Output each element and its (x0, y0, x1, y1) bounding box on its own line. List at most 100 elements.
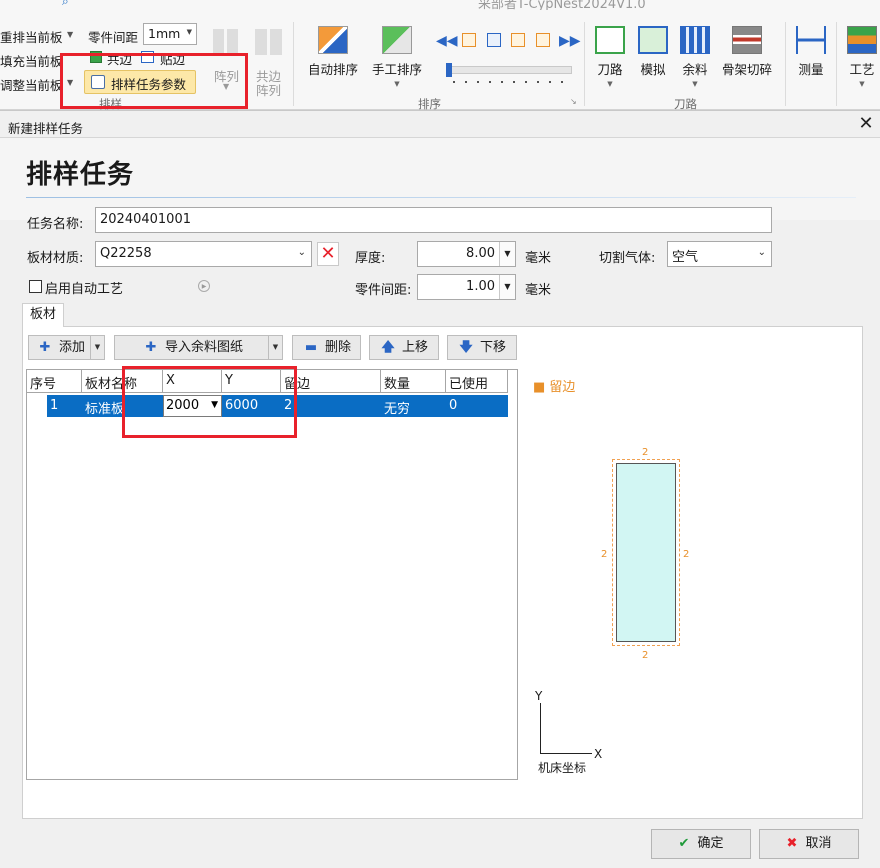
highlight-box (60, 53, 248, 109)
page-title: 排样任务 (26, 160, 135, 190)
material-label: 板材材质: (27, 251, 84, 266)
toolpath-button[interactable]: 刀路 ▼ (592, 26, 628, 88)
auto-sort-icon (318, 26, 348, 54)
monitor-icon (638, 26, 668, 54)
gas-select[interactable]: 空气 ⌄ (667, 241, 772, 267)
material-value: Q22258 (100, 246, 152, 261)
part-spacing-label: 零件间距: (355, 283, 412, 298)
slider-ticks (448, 80, 572, 84)
expand-icon[interactable]: ↘ (570, 97, 577, 106)
fill-current-sheet[interactable]: 填充当前板 (0, 51, 63, 70)
import-label: 导入余料图纸 (165, 340, 244, 355)
ok-button[interactable]: ✔ 确定 (651, 829, 751, 859)
next-part-icon[interactable] (511, 33, 525, 47)
simulate-label: 模拟 (640, 62, 666, 77)
column-header[interactable]: 数量 (381, 370, 446, 393)
auto-nest-label: 自动排序 (307, 62, 358, 77)
import-remnant-button[interactable]: ✚ 导入余料图纸 ▼ (114, 335, 283, 360)
remnant-label: 余料 (682, 62, 708, 77)
slider-thumb[interactable] (446, 63, 452, 77)
move-down-button[interactable]: 🡇 下移 (447, 335, 517, 360)
prev-part-icon[interactable] (462, 33, 476, 47)
cell-qty: 无穷 (384, 402, 411, 417)
skeleton-cut-icon (732, 26, 762, 54)
close-icon[interactable]: ✕ (855, 113, 877, 135)
move-up-button[interactable]: 🡅 上移 (369, 335, 439, 360)
axis-y-line (540, 703, 541, 753)
chevron-down-icon: ⌄ (757, 247, 766, 258)
adjust-current-sheet[interactable]: 调整当前板 (0, 75, 63, 94)
chevron-down-icon: ▼ (394, 80, 400, 88)
plus-icon: ✚ (145, 340, 157, 355)
material-select[interactable]: Q22258 ⌄ (95, 241, 312, 267)
column-header[interactable]: 序号 (27, 370, 82, 393)
add-button[interactable]: ✚ 添加 ▼ (28, 335, 105, 360)
chevron-down-icon[interactable]: ▼ (90, 336, 104, 359)
skeleton-cut-button[interactable]: 骨架切碎 (721, 26, 773, 78)
chevron-down-icon[interactable]: ▼ (499, 242, 515, 266)
process-button[interactable]: 工艺 ▼ (845, 26, 879, 88)
swap-part-icon[interactable] (536, 33, 550, 47)
auto-nest-button[interactable]: 自动排序 (305, 26, 361, 78)
thickness-value: 8.00 (466, 246, 495, 261)
first-icon[interactable]: ◀◀ (436, 33, 458, 49)
thickness-unit: 毫米 (525, 251, 552, 266)
hand-cursor-icon (382, 26, 412, 54)
cell-index: 1 (50, 398, 59, 413)
close-icon: ✖ (786, 836, 798, 851)
cell-used: 0 (449, 398, 458, 413)
divider (26, 197, 856, 198)
chevron-down-icon[interactable]: ▼ (499, 275, 515, 299)
sheet-preview (616, 463, 676, 642)
title-bar: ⌕ 采部者T-CypNest2024V1.0 (0, 0, 880, 10)
manual-nest-label: 手工排序 (371, 62, 422, 77)
divider (293, 22, 294, 106)
chevron-down-icon: ▼ (607, 80, 613, 88)
gas-value: 空气 (672, 250, 699, 265)
search-icon[interactable]: ⌕ (62, 0, 69, 9)
toolpath-icon (595, 26, 625, 54)
part-spacing-select[interactable]: 1mm ▼ (143, 23, 197, 45)
part-spacing-input[interactable]: 1.00 ▼ (417, 274, 516, 300)
manual-nest-button[interactable]: 手工排序 ▼ (369, 26, 425, 88)
common-array-icon (255, 29, 283, 55)
part-spacing-label: 零件间距 (88, 30, 139, 45)
margin-legend-label: 留边 (549, 380, 576, 395)
thickness-input[interactable]: 8.00 ▼ (417, 241, 516, 267)
auto-process-label: 启用自动工艺 (45, 282, 124, 297)
measure-label: 测量 (798, 62, 824, 77)
part-spacing-unit: 毫米 (525, 283, 552, 298)
remnant-button[interactable]: 余料 ▼ (680, 26, 710, 88)
cancel-button[interactable]: ✖ 取消 (759, 829, 859, 859)
axis-x-label: X (594, 747, 603, 761)
auto-process-checkbox[interactable] (29, 280, 42, 293)
tab-sheet[interactable]: 板材 (22, 303, 64, 327)
measure-button[interactable]: 测量 (794, 26, 828, 78)
task-name-value: 20240401001 (100, 212, 191, 227)
chevron-down-icon: ▼ (692, 80, 698, 88)
part-order-icon[interactable] (487, 33, 501, 47)
ruler-icon (796, 26, 826, 54)
task-name-input[interactable]: 20240401001 (95, 207, 772, 233)
chevron-down-icon[interactable]: ▼ (268, 336, 282, 359)
delete-button[interactable]: ▬ 删除 (292, 335, 361, 360)
axis-x-line (540, 753, 592, 754)
simulate-button[interactable]: 模拟 (636, 26, 670, 78)
clear-material-button[interactable]: ✕ (317, 242, 339, 266)
column-header[interactable]: 已使用 (446, 370, 508, 393)
rearrange-current-sheet[interactable]: 重排当前板 (0, 27, 63, 46)
margin-bottom-label: 2 (642, 650, 649, 661)
divider (584, 22, 585, 106)
last-icon[interactable]: ▶▶ (559, 33, 581, 49)
cell-name: 标准板 (85, 402, 125, 417)
skeleton-cut-label: 骨架切碎 (721, 62, 772, 77)
chevron-down-icon[interactable]: ▼ (67, 30, 73, 39)
ribbon-toolbar: ⌕ 采部者T-CypNest2024V1.0 重排当前板 ▼ 填充当前板 调整当… (0, 0, 880, 111)
sort-slider[interactable] (446, 63, 572, 77)
info-icon[interactable]: ▶ (198, 280, 210, 292)
common-array-button-line2[interactable]: 阵列 (256, 80, 281, 99)
cancel-label: 取消 (805, 836, 832, 851)
check-icon: ✔ (678, 836, 690, 851)
chevron-down-icon: ▼ (859, 80, 865, 88)
thickness-label: 厚度: (355, 251, 386, 266)
